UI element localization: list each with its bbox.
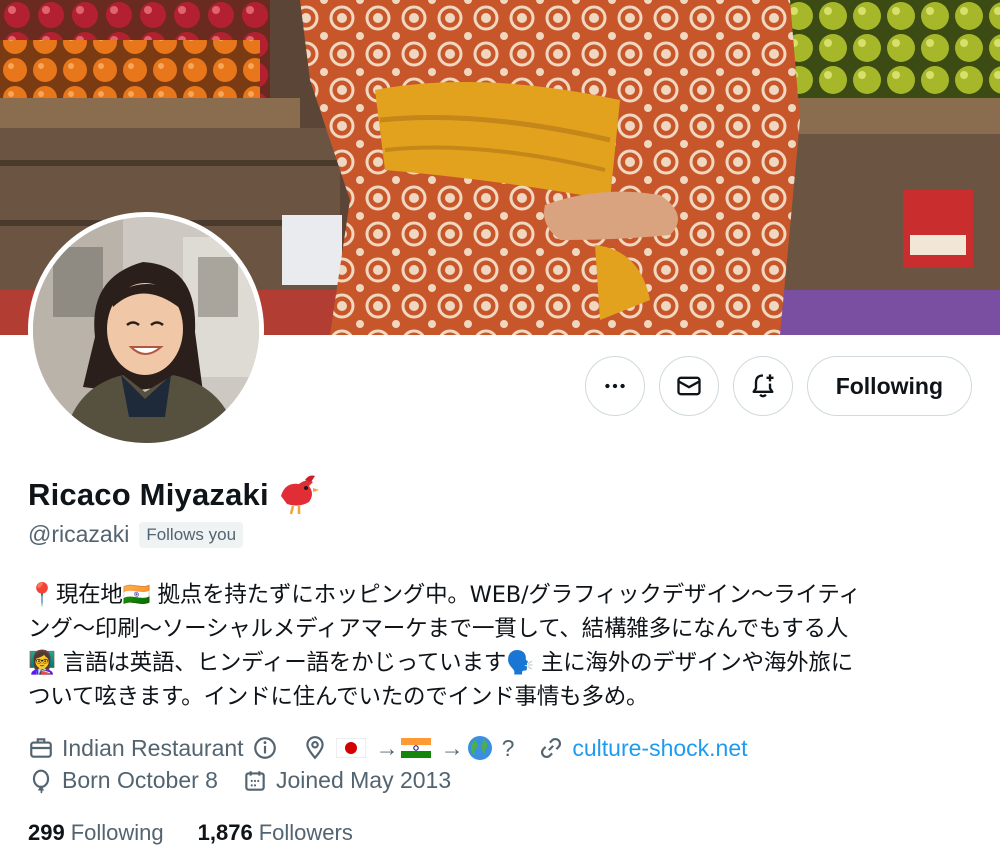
category-label: Indian Restaurant bbox=[62, 734, 244, 761]
website-item[interactable]: culture-shock.net bbox=[538, 735, 748, 762]
bio-line: ついて呟きます。インドに住んでいたのでインド事情も多め。 bbox=[28, 684, 649, 710]
location-item: → → ? bbox=[302, 734, 515, 762]
arrow-icon: → bbox=[375, 734, 399, 761]
followers-count-label: Followers bbox=[258, 820, 353, 845]
followers-count: 1,876 bbox=[197, 820, 253, 845]
envelope-icon bbox=[677, 376, 701, 396]
briefcase-icon bbox=[30, 738, 52, 758]
more-button[interactable] bbox=[584, 356, 645, 416]
following-count-link[interactable]: 299 Following bbox=[28, 820, 164, 846]
globe-icon bbox=[467, 736, 492, 760]
follows-you-badge: Follows you bbox=[139, 521, 244, 548]
profile-meta-row: Indian Restaurant → → ? culture-shock.ne… bbox=[28, 734, 772, 762]
display-name: Ricaco Miyazaki bbox=[28, 477, 269, 512]
joined-label: Joined May 2013 bbox=[275, 767, 452, 793]
japan-flag-icon bbox=[335, 738, 366, 758]
birthday-item: Born October 8 bbox=[28, 767, 218, 794]
profile-meta-row: Born October 8 Joined May 2013 bbox=[28, 767, 475, 794]
bio-line: 👩‍🏫 言語は英語、ヒンディー語をかじっています🗣️ 主に海外のデザインや海外旅… bbox=[28, 650, 854, 676]
following-count: 299 bbox=[28, 820, 65, 845]
name-row: Ricaco Miyazaki bbox=[28, 474, 319, 516]
website-link[interactable]: culture-shock.net bbox=[572, 735, 747, 762]
profile-actions: Following bbox=[584, 356, 972, 416]
handle-row: @ricazaki Follows you bbox=[28, 521, 244, 548]
category-item: Indian Restaurant bbox=[28, 735, 278, 762]
location-pin-icon bbox=[305, 736, 324, 760]
location-suffix: ? bbox=[501, 734, 515, 761]
india-flag-icon bbox=[400, 738, 431, 758]
followers-count-link[interactable]: 1,876 Followers bbox=[198, 820, 353, 846]
bio-line: ング〜印刷〜ソーシャルメディアマーケまで一貫して、結構雑多になんでもする人 bbox=[28, 616, 849, 642]
info-icon[interactable] bbox=[252, 735, 278, 761]
link-icon bbox=[541, 738, 562, 758]
following-count-label: Following bbox=[70, 820, 164, 845]
balloon-icon bbox=[32, 769, 50, 794]
profile-bio: 📍現在地🇮🇳 拠点を持たずにホッピング中。WEB/グラフィックデザイン〜ライティ… bbox=[28, 578, 978, 714]
bell-plus-icon bbox=[752, 374, 774, 398]
following-button[interactable]: Following bbox=[806, 356, 972, 416]
profile-avatar[interactable] bbox=[28, 212, 264, 448]
birthday-label: Born October 8 bbox=[62, 767, 218, 793]
bio-line: 📍現在地🇮🇳 拠点を持たずにホッピング中。WEB/グラフィックデザイン〜ライティ bbox=[28, 582, 861, 608]
arrow-icon: → bbox=[440, 734, 464, 761]
user-handle: @ricazaki bbox=[28, 521, 130, 547]
joined-item: Joined May 2013 bbox=[242, 767, 451, 794]
calendar-icon bbox=[245, 770, 265, 791]
bird-emoji-icon bbox=[280, 475, 319, 515]
follow-counts: 299 Following 1,876 Followers bbox=[28, 820, 387, 846]
notify-button[interactable] bbox=[732, 356, 793, 416]
avatar-image bbox=[33, 217, 259, 443]
more-icon bbox=[604, 383, 625, 389]
message-button[interactable] bbox=[658, 356, 719, 416]
